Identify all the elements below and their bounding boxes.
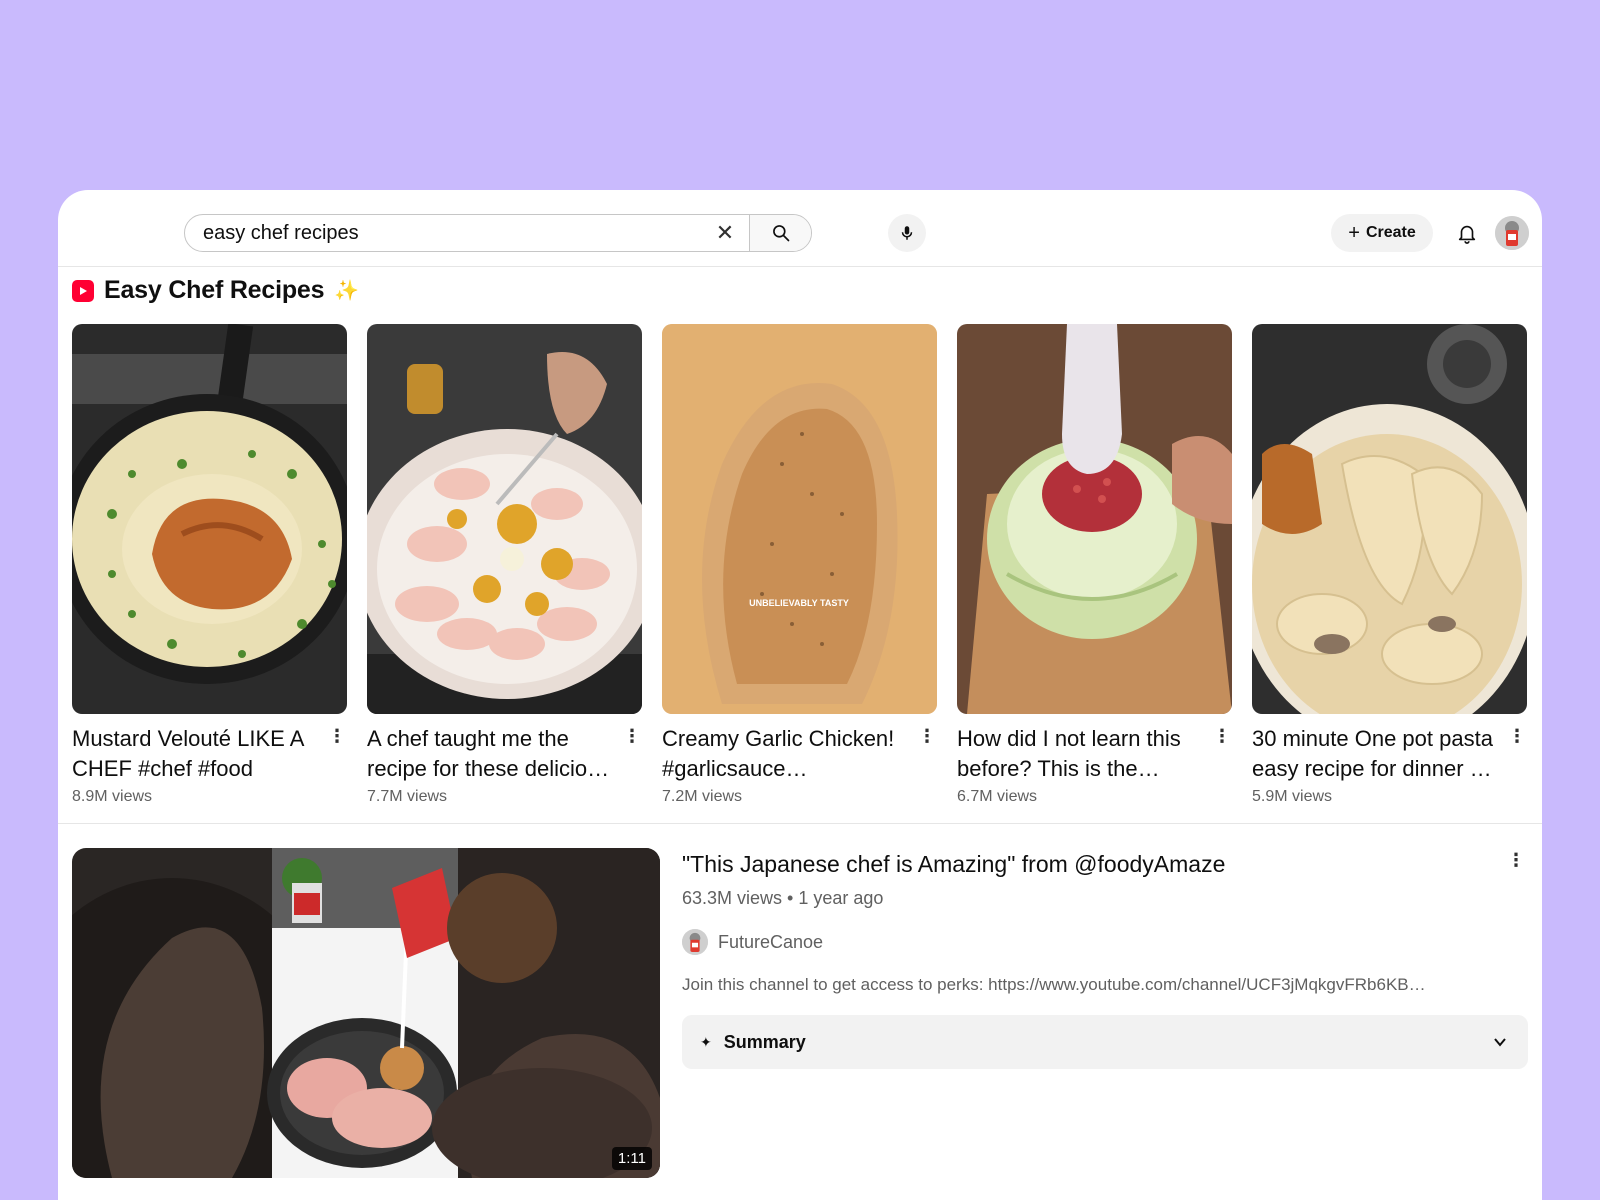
short-title[interactable]: 30 minute One pot pasta easy recipe for … xyxy=(1252,724,1527,784)
channel-name[interactable]: FutureCanoe xyxy=(718,932,823,953)
summary-label: Summary xyxy=(723,1031,806,1052)
create-label: Create xyxy=(1365,224,1416,241)
video-info: "This Japanese chef is Amazing" from @fo… xyxy=(682,848,1528,1069)
short-thumbnail[interactable] xyxy=(367,324,642,714)
sparkle-icon: ✨ xyxy=(334,280,360,302)
search-button[interactable] xyxy=(749,215,811,251)
create-button[interactable]: + Create xyxy=(1331,214,1433,252)
short-title[interactable]: How did I not learn this before? This is… xyxy=(957,724,1232,784)
video-description: Join this channel to get access to perks… xyxy=(682,975,1426,994)
microphone-icon xyxy=(901,226,913,240)
shorts-row: Mustard Velouté LIKE A CHEF #chef #food … xyxy=(72,324,1529,814)
summary-toggle[interactable]: ✦ Summary xyxy=(682,1015,1528,1069)
youtube-window: easy chef recipes ✕ + Create Easy Chef R… xyxy=(58,190,1542,1200)
notifications-button[interactable] xyxy=(1452,218,1482,248)
short-thumbnail[interactable] xyxy=(72,324,347,714)
short-card[interactable]: A chef taught me the recipe for these de… xyxy=(367,324,642,806)
short-views: 7.7M views xyxy=(367,788,448,805)
more-options-icon[interactable]: ⋮ xyxy=(1504,848,1528,872)
thumbnail-overlay-text: UNBELIEVABLY TASTY xyxy=(749,598,849,608)
short-views: 6.7M views xyxy=(957,788,1038,805)
top-bar: easy chef recipes ✕ + Create xyxy=(58,190,1542,267)
video-meta: 63.3M views • 1 year ago xyxy=(682,888,884,908)
short-thumbnail[interactable] xyxy=(957,324,1232,714)
more-options-icon[interactable]: ⋮ xyxy=(622,724,642,748)
short-views: 7.2M views xyxy=(662,788,743,805)
plus-icon: + xyxy=(1348,222,1360,244)
short-card[interactable]: Mustard Velouté LIKE A CHEF #chef #food … xyxy=(72,324,347,806)
video-title[interactable]: "This Japanese chef is Amazing" from @fo… xyxy=(682,848,1528,880)
more-options-icon[interactable]: ⋮ xyxy=(1212,724,1232,748)
sparkle-icon: ✦ xyxy=(700,1033,712,1050)
short-card[interactable]: 30 minute One pot pasta easy recipe for … xyxy=(1252,324,1527,806)
divider xyxy=(58,823,1542,824)
short-thumbnail[interactable] xyxy=(1252,324,1527,714)
short-views: 5.9M views xyxy=(1252,788,1333,805)
duration-badge: 1:11 xyxy=(611,1147,652,1170)
short-views: 8.9M views xyxy=(72,788,153,805)
search-icon xyxy=(772,225,789,242)
search-box[interactable]: easy chef recipes ✕ xyxy=(184,214,812,252)
short-title[interactable]: A chef taught me the recipe for these de… xyxy=(367,724,642,784)
avatar[interactable] xyxy=(1495,216,1529,250)
shelf-title-text: Easy Chef Recipes xyxy=(104,276,325,304)
chevron-down-icon[interactable] xyxy=(1490,1032,1510,1052)
short-thumbnail[interactable]: UNBELIEVABLY TASTY xyxy=(662,324,937,714)
voice-search-button[interactable] xyxy=(888,214,926,252)
shorts-logo-icon xyxy=(72,279,94,302)
more-options-icon[interactable]: ⋮ xyxy=(1507,724,1527,748)
short-card[interactable]: How did I not learn this before? This is… xyxy=(957,324,1232,806)
more-options-icon[interactable]: ⋮ xyxy=(327,724,347,748)
more-options-icon[interactable]: ⋮ xyxy=(917,724,937,748)
channel-row[interactable]: FutureCanoe xyxy=(682,929,1528,955)
shelf-title: Easy Chef Recipes ✨ xyxy=(72,276,359,305)
short-title[interactable]: Mustard Velouté LIKE A CHEF #chef #food xyxy=(72,724,347,784)
short-card[interactable]: UNBELIEVABLY TASTY Creamy Garlic Chicken… xyxy=(662,324,937,806)
close-icon[interactable]: ✕ xyxy=(701,215,749,251)
channel-avatar[interactable] xyxy=(682,929,708,955)
short-title[interactable]: Creamy Garlic Chicken! #garlicsauce… xyxy=(662,724,937,784)
bell-icon xyxy=(1458,225,1476,244)
search-input[interactable]: easy chef recipes xyxy=(185,215,701,251)
video-thumbnail[interactable]: 1:11 xyxy=(72,848,660,1178)
